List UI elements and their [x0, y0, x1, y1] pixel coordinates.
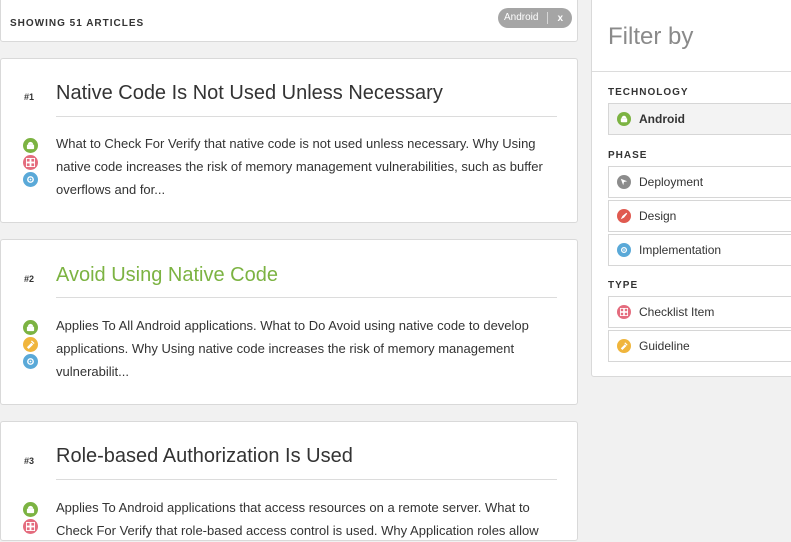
- checklist-icon: [23, 155, 38, 170]
- article-excerpt: Applies To All Android applications. Wha…: [56, 318, 529, 379]
- filter-item-deployment[interactable]: Deployment: [608, 166, 791, 198]
- filter-item-label: Implementation: [639, 243, 722, 257]
- design-icon: [617, 209, 631, 223]
- checklist-icon: [617, 305, 631, 319]
- android-icon: [23, 320, 38, 335]
- guideline-icon: [23, 337, 38, 352]
- filter-item-guideline[interactable]: Guideline: [608, 330, 791, 362]
- filter-item-label: Guideline: [639, 339, 690, 353]
- article-excerpt: What to Check For Verify that native cod…: [56, 136, 543, 197]
- article-number: #1: [24, 92, 35, 102]
- article-tag-icons: [23, 320, 40, 371]
- filter-item-checklist[interactable]: Checklist Item: [608, 296, 791, 328]
- filter-divider: [592, 71, 791, 72]
- title-divider: [56, 116, 557, 117]
- filter-item-label: Design: [639, 209, 677, 223]
- article-count: SHOWING 51 ARTICLES: [10, 18, 145, 29]
- article-number: #2: [24, 274, 35, 284]
- filter-panel: Filter by TECHNOLOGY Android PHASE Deplo…: [591, 0, 791, 377]
- implementation-icon: [23, 172, 38, 187]
- technology-heading: TECHNOLOGY: [608, 87, 689, 98]
- type-heading: TYPE: [608, 280, 639, 291]
- filter-title: Filter by: [608, 23, 694, 50]
- article-card: #3 Role-based Authorization Is Used Appl…: [0, 421, 578, 541]
- article-tag-icons: [23, 138, 40, 189]
- article-excerpt: Applies To Android applications that acc…: [56, 500, 539, 538]
- article-number: #3: [24, 456, 35, 466]
- filter-item-label: Checklist Item: [639, 305, 715, 319]
- article-title-link[interactable]: Role-based Authorization Is Used: [56, 445, 556, 468]
- article-title-link[interactable]: Native Code Is Not Used Unless Necessary: [56, 82, 556, 105]
- implementation-icon: [23, 354, 38, 369]
- article-title-link[interactable]: Avoid Using Native Code: [56, 264, 556, 287]
- filter-item-design[interactable]: Design: [608, 200, 791, 232]
- remove-filter-button[interactable]: x: [548, 13, 572, 24]
- title-divider: [56, 479, 557, 480]
- deployment-icon: [617, 175, 631, 189]
- android-icon: [617, 112, 631, 126]
- filter-item-android[interactable]: Android: [608, 103, 791, 135]
- implementation-icon: [617, 243, 631, 257]
- filter-item-label: Android: [639, 112, 685, 126]
- filter-item-label: Deployment: [639, 175, 704, 189]
- title-divider: [56, 297, 557, 298]
- article-card: #2 Avoid Using Native Code Applies To Al…: [0, 239, 578, 405]
- article-tag-icons: [23, 502, 40, 536]
- guideline-icon: [617, 339, 631, 353]
- filter-item-implementation[interactable]: Implementation: [608, 234, 791, 266]
- phase-heading: PHASE: [608, 150, 648, 161]
- active-filter-tag: Android x: [498, 8, 573, 28]
- active-filter-label: Android: [498, 12, 549, 24]
- android-icon: [23, 502, 38, 517]
- android-icon: [23, 138, 38, 153]
- results-header: SHOWING 51 ARTICLES Android x: [0, 0, 578, 42]
- article-card: #1 Native Code Is Not Used Unless Necess…: [0, 58, 578, 223]
